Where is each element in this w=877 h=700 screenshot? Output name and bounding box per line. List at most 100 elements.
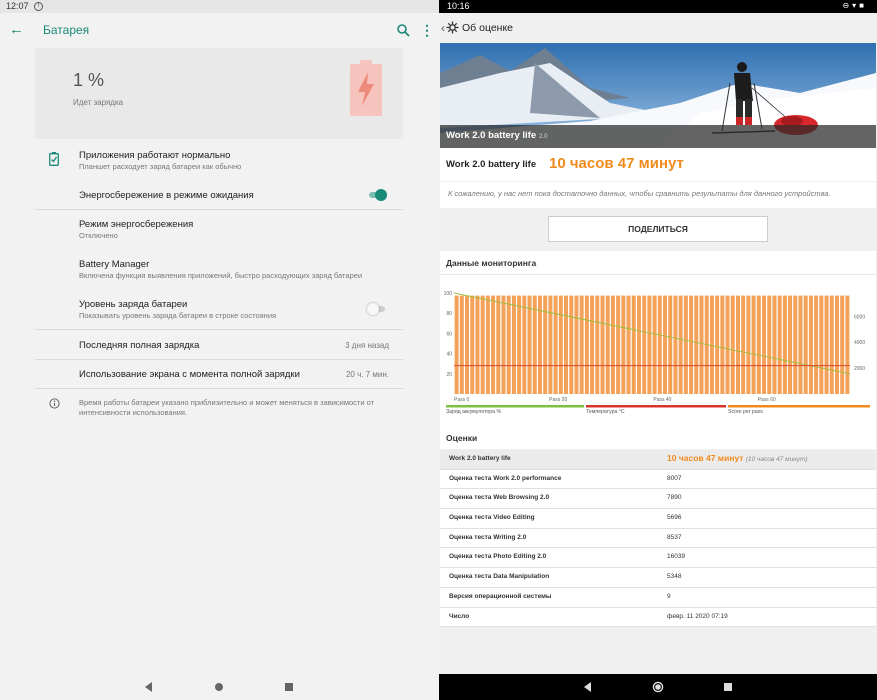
charging-status: Идет зарядка — [73, 98, 124, 107]
footer-note: Время работы батареи указано приблизител… — [79, 398, 375, 417]
apps-normal-row[interactable]: Приложения работают нормально Планшет ра… — [0, 148, 439, 178]
result-test-name: Work 2.0 battery life — [446, 159, 537, 170]
battery-card: 1 % Идет зарядка — [35, 48, 403, 139]
score-bar — [824, 295, 829, 394]
more-options-icon[interactable]: ⋮ — [420, 22, 434, 38]
status-bar: 12:07 ! — [0, 0, 439, 13]
row-value: 3 дня назад — [345, 341, 389, 350]
score-value: 9 — [667, 592, 671, 600]
score-label: Оценка теста Web Browsing 2.0 — [449, 494, 550, 502]
score-value: 5696 — [667, 514, 682, 522]
row-subtitle: Показывать уровень заряда батареи в стро… — [79, 311, 277, 320]
nav-recents-icon[interactable] — [722, 681, 734, 693]
standby-saver-row[interactable]: Энергосбережение в режиме ожидания — [0, 185, 439, 205]
x-tick: Pass 20 — [549, 397, 567, 403]
monitoring-section: Данные мониторинга 20 40 60 80 100 2000 4000 60… — [440, 251, 876, 429]
score-bar — [548, 295, 553, 394]
score-bar — [491, 295, 496, 394]
score-bar — [725, 295, 730, 394]
score-bar — [840, 295, 845, 394]
score-bar — [564, 295, 569, 394]
screen-usage-row: Использование экрана с момента полной за… — [0, 366, 439, 384]
y-tick-left: 100 — [444, 291, 453, 297]
score-bar — [647, 295, 652, 394]
share-area: ПОДЕЛИТЬСЯ — [440, 208, 876, 250]
score-bar — [543, 295, 548, 394]
battery-percent-row[interactable]: Уровень заряда батареи Показывать уровен… — [0, 297, 439, 323]
score-bar — [558, 295, 563, 394]
score-bar — [777, 295, 782, 394]
divider — [35, 388, 403, 389]
comparison-note: К сожалению, у нас нет пока достаточно д… — [440, 182, 876, 208]
back-chevron-icon[interactable]: ‹ — [441, 21, 445, 35]
score-bar — [788, 295, 793, 394]
table-row: Оценка теста Video Editing 5696 — [440, 509, 876, 529]
table-row: Версия операционной системы 9 — [440, 587, 876, 608]
battery-check-icon — [49, 152, 59, 166]
score-value: 8007 — [667, 474, 682, 482]
legend-bar — [446, 405, 584, 408]
y-tick-right: 6000 — [854, 314, 865, 320]
scores-header: Оценки — [440, 429, 876, 449]
nav-back-icon[interactable] — [143, 681, 155, 693]
power-saving-row[interactable]: Режим энергосбережения Отключено — [0, 217, 439, 243]
status-time: 10:16 — [447, 1, 470, 11]
score-bar — [772, 295, 777, 394]
table-row: Оценка теста Photo Editing 2.0 16039 — [440, 548, 876, 569]
app-bar: ‹ Об оценке — [439, 13, 877, 43]
row-subtitle: Включена функция выявления приложений, б… — [79, 271, 363, 280]
score-bar — [527, 295, 532, 394]
score-bar — [642, 295, 647, 394]
score-bar — [511, 295, 516, 394]
search-icon[interactable] — [396, 22, 410, 38]
hero-banner: Work 2.0 battery life 2.0 — [440, 43, 876, 148]
table-row: Оценка теста Writing 2.0 8537 — [440, 528, 876, 549]
score-bar — [683, 295, 688, 394]
battery-percent-toggle[interactable] — [367, 303, 387, 315]
battery-charging-icon — [350, 60, 382, 116]
score-bar — [636, 295, 641, 394]
score-bar — [767, 295, 772, 394]
score-bar — [668, 295, 673, 394]
row-subtitle: Отключено — [79, 231, 118, 240]
hero-version: 2.0 — [539, 134, 548, 140]
score-bar — [616, 295, 621, 394]
score-bar — [735, 295, 740, 394]
table-row: Оценка теста Web Browsing 2.0 7890 — [440, 489, 876, 510]
score-subvalue: (10 часов 47 минут) — [745, 456, 808, 463]
score-bar — [798, 295, 803, 394]
nav-home-icon[interactable] — [652, 681, 664, 693]
score-bar — [605, 295, 610, 394]
nav-recents-icon[interactable] — [283, 681, 295, 693]
score-label: Оценка теста Photo Editing 2.0 — [449, 553, 547, 561]
legend-label: Температура °C — [586, 409, 625, 415]
share-button[interactable]: ПОДЕЛИТЬСЯ — [548, 216, 768, 242]
score-bar — [600, 295, 605, 394]
row-subtitle: Планшет расходует заряд батареи как обыч… — [79, 162, 242, 171]
score-bar — [496, 295, 501, 394]
divider — [440, 274, 876, 275]
score-bar — [746, 295, 751, 394]
nav-back-icon[interactable] — [582, 681, 594, 693]
x-tick: Pass 60 — [758, 397, 776, 403]
score-bar — [730, 295, 735, 394]
score-bar — [782, 295, 787, 394]
score-bar — [741, 295, 746, 394]
score-label: Версия операционной системы — [449, 592, 552, 600]
score-bar — [610, 295, 615, 394]
score-bar — [579, 295, 584, 394]
score-bar — [470, 295, 475, 394]
battery-manager-row[interactable]: Battery Manager Включена функция выявлен… — [0, 257, 439, 283]
score-bar — [834, 295, 839, 394]
score-bar — [793, 295, 798, 394]
battery-percent: 1 % — [73, 70, 105, 90]
table-row: Оценка теста Work 2.0 performance 8007 — [440, 469, 876, 490]
score-bar — [475, 295, 480, 394]
score-bar — [819, 295, 824, 394]
nav-home-icon[interactable] — [213, 681, 225, 693]
result-value: 10 часов 47 минут — [549, 155, 684, 172]
score-bar — [590, 295, 595, 394]
standby-saver-toggle[interactable] — [367, 189, 387, 201]
back-arrow-icon[interactable]: ← — [9, 22, 24, 38]
row-title: Энергосбережение в режиме ожидания — [79, 190, 254, 201]
